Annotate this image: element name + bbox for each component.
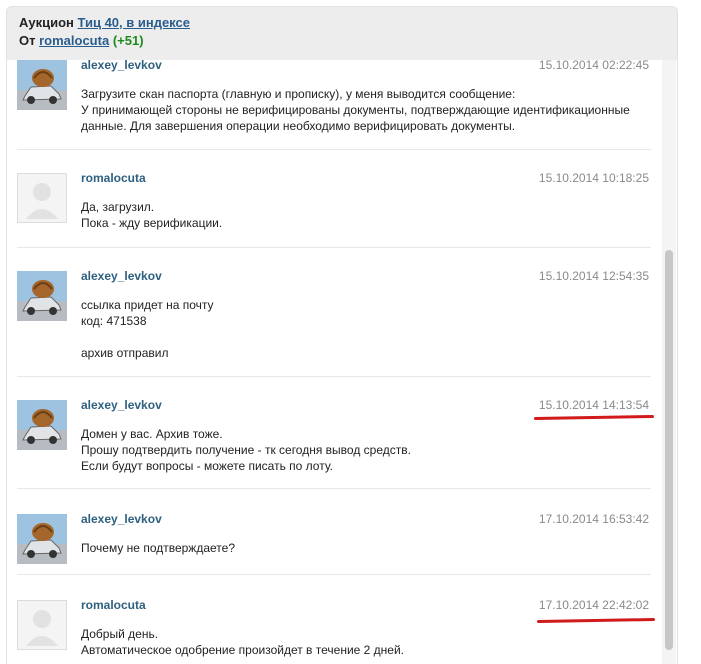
message-divider xyxy=(17,247,651,248)
message-divider xyxy=(17,574,651,575)
message-text: Домен у вас. Архив тоже. Прошу подтверди… xyxy=(81,427,411,473)
scrollbar-thumb[interactable] xyxy=(665,250,673,650)
message-date: 15.10.2014 10:18:25 xyxy=(538,171,649,185)
car-icon xyxy=(17,514,67,564)
message-author-link[interactable]: alexey_levkov xyxy=(81,398,162,412)
messages-panel[interactable]: alexey_levkov 15.10.2014 02:22:45 Загруз… xyxy=(6,60,678,664)
message-divider xyxy=(17,376,651,377)
user-placeholder-icon xyxy=(17,173,67,223)
message-text: Добрый день. Автоматическое одобрение пр… xyxy=(81,627,405,657)
message-divider xyxy=(17,149,651,150)
auction-label: Аукцион xyxy=(19,15,74,30)
message-author-link[interactable]: alexey_levkov xyxy=(81,269,162,283)
message-date: 15.10.2014 12:54:35 xyxy=(538,269,649,283)
auction-header: Аукцион Тиц 40, в индексе От romalocuta … xyxy=(6,6,678,60)
seller-score: (+51) xyxy=(112,33,144,48)
user-placeholder-icon xyxy=(17,600,67,650)
message-author-link[interactable]: alexey_levkov xyxy=(81,60,162,72)
message-date: 15.10.2014 14:13:54 xyxy=(538,398,649,412)
car-icon xyxy=(17,400,67,450)
message-author-link[interactable]: romalocuta xyxy=(81,598,146,612)
message-text: Загрузите скан паспорта (главную и пропи… xyxy=(81,87,630,133)
message-date: 15.10.2014 02:22:45 xyxy=(538,60,649,72)
message-date: 17.10.2014 22:42:02 xyxy=(538,598,649,612)
car-icon xyxy=(17,271,67,321)
message-author-link[interactable]: romalocuta xyxy=(81,171,146,185)
message-divider xyxy=(17,488,651,489)
messages-scrollbar[interactable] xyxy=(662,60,676,664)
message-text: Почему не подтверждаете? xyxy=(81,541,235,555)
message-author-link[interactable]: alexey_levkov xyxy=(81,512,162,526)
message-text: ссылка придет на почту код: 471538 архив… xyxy=(81,298,214,360)
auction-title: Аукцион Тиц 40, в индексе xyxy=(19,15,190,30)
seller-user-link[interactable]: romalocuta xyxy=(39,33,109,48)
from-label: От xyxy=(19,33,36,48)
message-date: 17.10.2014 16:53:42 xyxy=(538,512,649,526)
car-icon xyxy=(17,60,67,110)
message-text: Да, загрузил. Пока - жду верификации. xyxy=(81,200,223,230)
auction-lot-link[interactable]: Тиц 40, в индексе xyxy=(78,15,190,30)
auction-seller: От romalocuta (+51) xyxy=(19,33,144,48)
